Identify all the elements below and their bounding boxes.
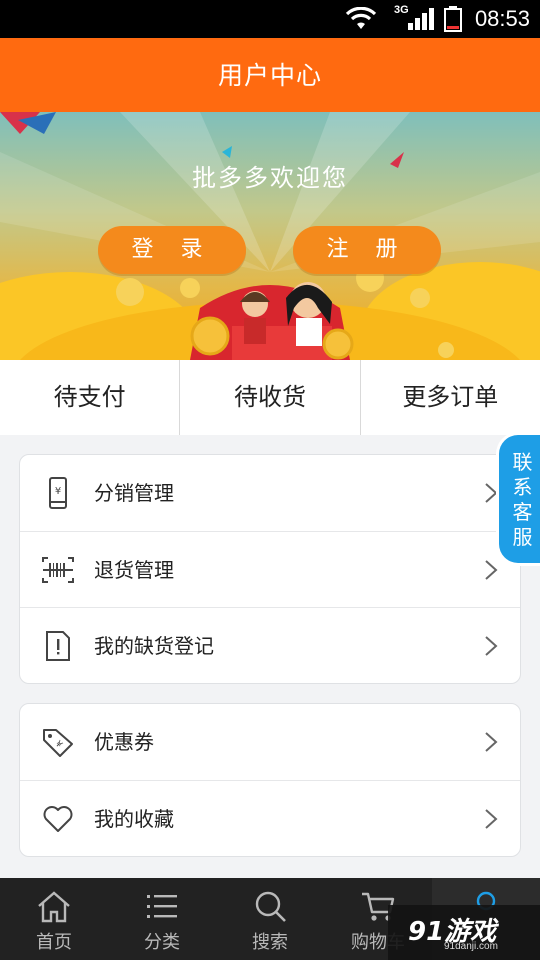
welcome-text: 批多多欢迎您 (192, 164, 348, 192)
menu-item-label: 我的缺货登记 (94, 634, 214, 658)
wifi-icon (345, 7, 377, 29)
coupon-tag-icon: ¥ (43, 729, 73, 757)
barcode-icon (42, 557, 74, 583)
page-title: 用户中心 (217, 61, 322, 90)
nav-home[interactable]: 首页 (0, 878, 108, 960)
menu-item-stockout-registration[interactable]: 我的缺货登记 (20, 607, 520, 683)
search-icon (255, 891, 286, 922)
app-header: 用户中心 (0, 38, 540, 112)
nav-label: 分类 (144, 932, 180, 953)
menu-item-returns[interactable]: 退货管理 (20, 531, 520, 607)
document-alert-icon (46, 631, 70, 661)
register-button[interactable]: 注 册 (293, 226, 441, 274)
banner-illustration (0, 112, 540, 360)
svg-text:¥: ¥ (55, 486, 61, 497)
tab-pending-payment[interactable]: 待支付 (0, 360, 179, 435)
network-type: 3G (394, 4, 409, 16)
tab-more-orders[interactable]: 更多订单 (359, 360, 540, 435)
menu-item-favorites[interactable]: 我的收藏 (20, 780, 520, 856)
menu-card-personal: ¥ 优惠券 我的收藏 (19, 703, 521, 857)
chevron-right-icon (485, 732, 498, 752)
home-icon (38, 891, 70, 923)
nav-label: 搜索 (252, 932, 288, 953)
watermark-url: 91danji.com (444, 941, 498, 952)
menu-item-distribution[interactable]: ¥ 分销管理 (20, 455, 520, 531)
contact-service-button[interactable]: 联 系 客 服 (496, 432, 540, 566)
service-char: 联 (512, 450, 533, 474)
status-bar: 3G 08:53 (0, 0, 540, 38)
login-button[interactable]: 登 录 (98, 226, 246, 274)
svg-text:¥: ¥ (53, 739, 64, 750)
watermark: 91游戏 91danji.com (388, 905, 540, 960)
menu-item-label: 优惠券 (94, 730, 154, 754)
service-char: 系 (512, 475, 533, 499)
menu-item-label: 分销管理 (94, 481, 174, 505)
order-tabs: 待支付 待收货 更多订单 (0, 360, 540, 435)
chevron-right-icon (485, 809, 498, 829)
menu-card-management: ¥ 分销管理 退货管理 我的缺货登记 (19, 454, 521, 684)
battery-icon (444, 6, 462, 32)
welcome-banner: 批多多欢迎您 登 录 注 册 (0, 112, 540, 360)
service-char: 服 (512, 525, 533, 549)
clock: 08:53 (474, 6, 530, 31)
heart-icon (43, 806, 73, 832)
service-char: 客 (512, 500, 533, 524)
menu-item-label: 我的收藏 (94, 807, 174, 831)
chevron-right-icon (485, 560, 498, 580)
list-icon (147, 895, 177, 918)
signal-icon (408, 8, 434, 30)
nav-category[interactable]: 分类 (108, 878, 216, 960)
nav-search[interactable]: 搜索 (216, 878, 324, 960)
menu-item-coupons[interactable]: ¥ 优惠券 (20, 704, 520, 780)
menu-item-label: 退货管理 (94, 558, 174, 582)
tab-pending-receipt[interactable]: 待收货 (179, 360, 359, 435)
phone-yen-icon: ¥ (49, 477, 67, 509)
chevron-right-icon (485, 636, 498, 656)
nav-label: 首页 (36, 932, 72, 953)
